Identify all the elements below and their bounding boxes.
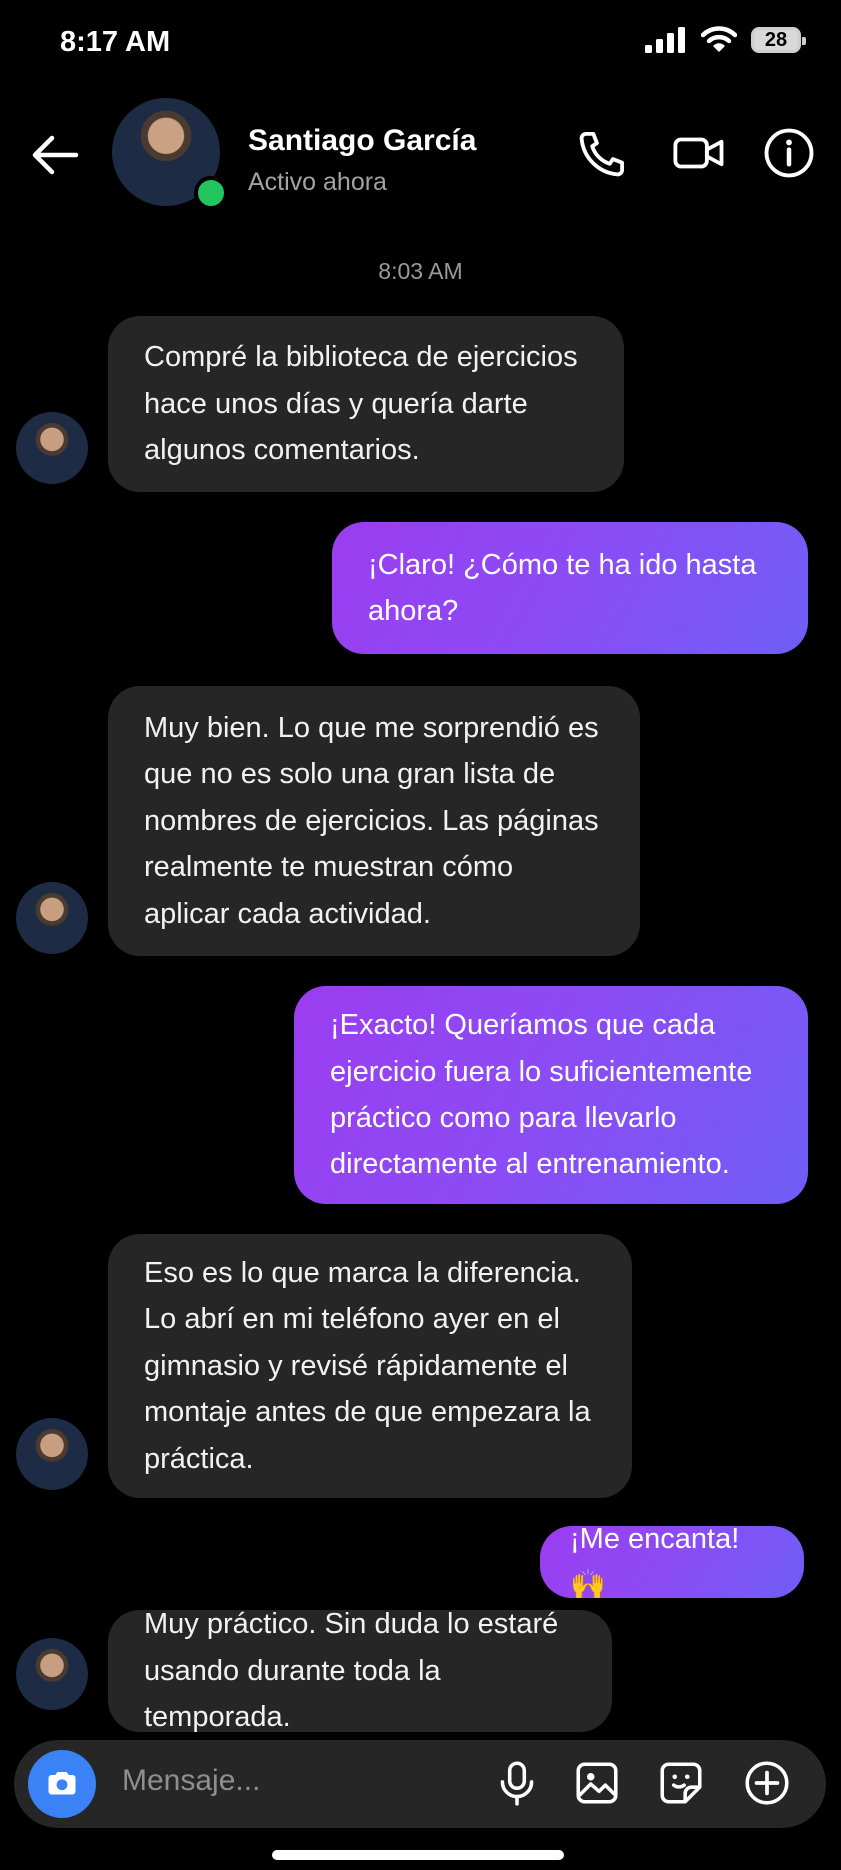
video-call-button[interactable]	[672, 126, 726, 180]
microphone-icon	[492, 1758, 542, 1808]
sticker-icon	[656, 1758, 706, 1808]
home-indicator[interactable]	[272, 1850, 564, 1860]
contact-status: Activo ahora	[248, 168, 387, 196]
battery-tip	[802, 37, 806, 45]
message-text: Compré la biblioteca de ejercicios hace …	[144, 341, 578, 467]
sender-avatar[interactable]	[16, 1638, 88, 1710]
camera-icon	[44, 1766, 80, 1802]
voice-message-button[interactable]	[492, 1758, 542, 1808]
message-text: ¡Me encanta! 🙌	[570, 1522, 740, 1601]
sender-avatar[interactable]	[16, 1418, 88, 1490]
message-bubble-outgoing[interactable]: ¡Exacto! Queríamos que cada ejercicio fu…	[294, 986, 808, 1204]
message-bubble-incoming[interactable]: Muy práctico. Sin duda lo estaré usando …	[108, 1608, 612, 1733]
info-icon	[762, 126, 816, 180]
sticker-button[interactable]	[656, 1758, 706, 1808]
online-status-dot	[194, 176, 228, 210]
arrow-left-icon	[28, 128, 82, 182]
info-button[interactable]	[762, 126, 816, 180]
message-text: Muy bien. Lo que me sorprendió es que no…	[144, 712, 599, 930]
message-text: Eso es lo que marca la diferencia. Lo ab…	[144, 1257, 591, 1475]
signal-icon	[645, 27, 687, 53]
camera-button[interactable]	[28, 1750, 96, 1818]
message-text: Muy práctico. Sin duda lo estaré usando …	[144, 1608, 559, 1734]
message-bubble-outgoing[interactable]: ¡Claro! ¿Cómo te ha ido hasta ahora?	[332, 522, 808, 654]
message-bubble-incoming[interactable]: Eso es lo que marca la diferencia. Lo ab…	[108, 1234, 632, 1498]
status-icons: 28	[645, 26, 806, 54]
video-camera-icon	[672, 126, 726, 180]
image-icon	[572, 1758, 622, 1808]
contact-name[interactable]: Santiago García	[248, 124, 476, 158]
message-input[interactable]: Mensaje...	[122, 1764, 260, 1798]
message-bubble-incoming[interactable]: Muy bien. Lo que me sorprendió es que no…	[108, 686, 640, 956]
battery-indicator: 28	[751, 27, 806, 53]
sender-avatar[interactable]	[16, 412, 88, 484]
more-options-button[interactable]	[742, 1758, 792, 1808]
sender-avatar[interactable]	[16, 882, 88, 954]
gallery-button[interactable]	[572, 1758, 622, 1808]
conversation-timestamp: 8:03 AM	[378, 258, 463, 284]
message-text: ¡Exacto! Queríamos que cada ejercicio fu…	[330, 1009, 753, 1181]
plus-circle-icon	[742, 1758, 792, 1808]
message-text: ¡Claro! ¿Cómo te ha ido hasta ahora?	[368, 548, 757, 627]
back-button[interactable]	[28, 128, 82, 182]
battery-level: 28	[764, 28, 788, 51]
message-bubble-outgoing[interactable]: ¡Me encanta! 🙌	[540, 1523, 804, 1601]
phone-icon	[576, 126, 630, 180]
wifi-icon	[701, 26, 737, 54]
status-time: 8:17 AM	[60, 26, 171, 58]
message-bubble-incoming[interactable]: Compré la biblioteca de ejercicios hace …	[108, 316, 624, 492]
voice-call-button[interactable]	[576, 126, 630, 180]
